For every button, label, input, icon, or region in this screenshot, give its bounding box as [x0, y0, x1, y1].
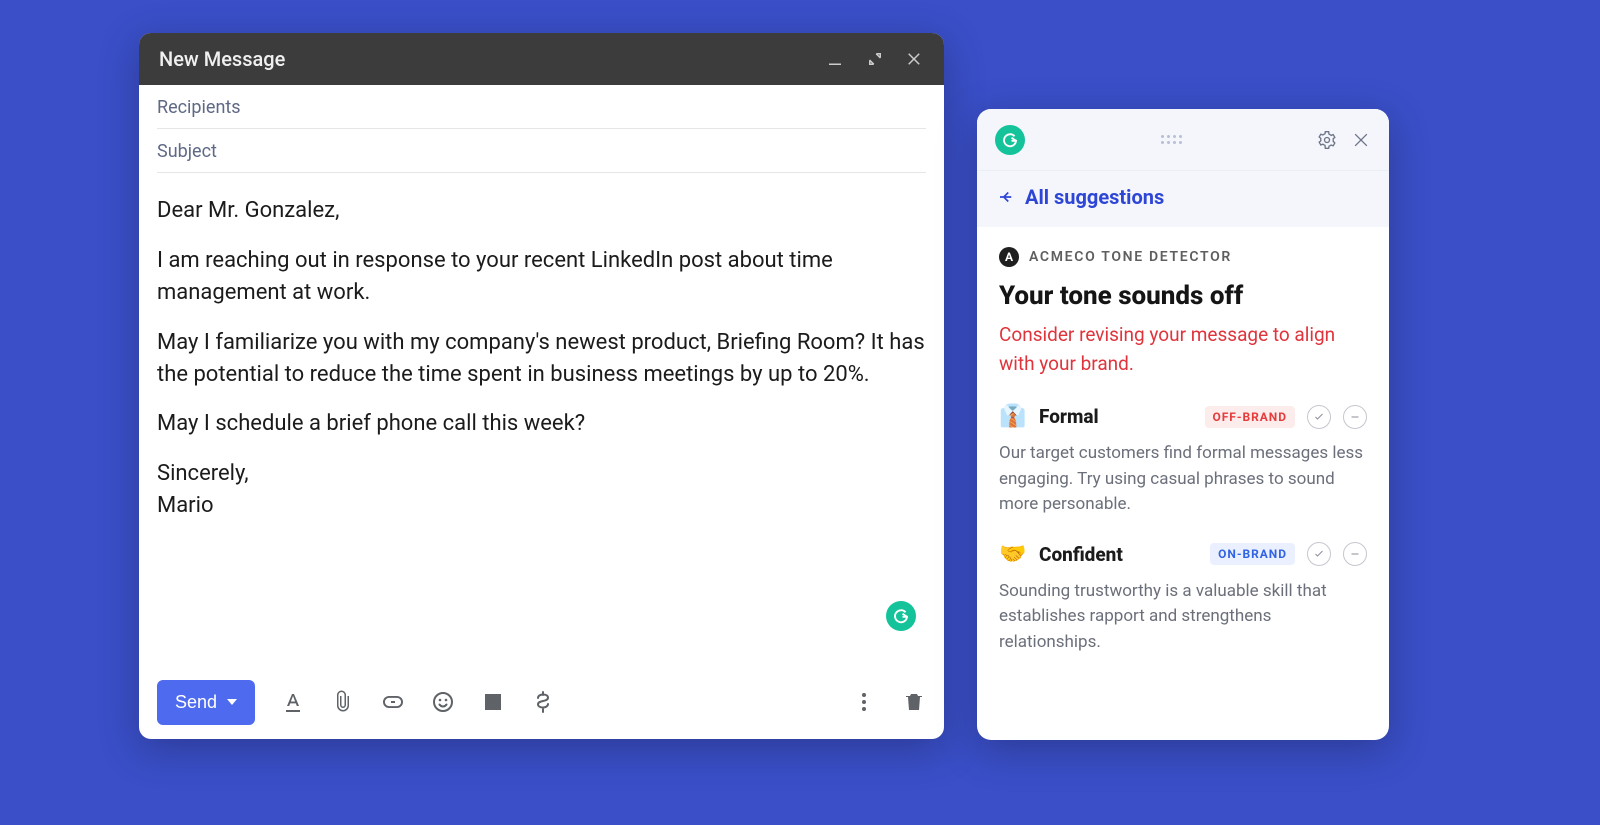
expand-icon[interactable]: [866, 50, 884, 68]
close-icon[interactable]: [906, 50, 924, 68]
assistant-panel: All suggestions A ACMECO TONE DETECTOR Y…: [977, 109, 1389, 740]
emoji-icon[interactable]: [431, 690, 455, 714]
money-icon[interactable]: [531, 690, 555, 714]
body-paragraph: May I schedule a brief phone call this w…: [157, 408, 926, 440]
send-button[interactable]: Send: [157, 680, 255, 725]
close-icon[interactable]: [1351, 130, 1371, 150]
body-paragraph: May I familiarize you with my company's …: [157, 327, 926, 391]
chevron-down-icon: [227, 699, 237, 705]
tone-description: Sounding trustworthy is a valuable skill…: [999, 579, 1367, 656]
tone-tag: OFF-BRAND: [1205, 406, 1296, 428]
tone-name: Formal: [1039, 405, 1193, 428]
recipients-field[interactable]: Recipients: [157, 85, 926, 129]
arrow-left-icon: [997, 188, 1015, 206]
body-paragraph: Dear Mr. Gonzalez,: [157, 195, 926, 227]
dismiss-button[interactable]: [1343, 405, 1367, 429]
image-icon[interactable]: [481, 690, 505, 714]
back-label: All suggestions: [1025, 185, 1164, 209]
gear-icon[interactable]: [1317, 130, 1337, 150]
detector-label: ACMECO TONE DETECTOR: [1029, 249, 1232, 265]
detector-line: A ACMECO TONE DETECTOR: [999, 247, 1367, 267]
tone-item-confident: 🤝 Confident ON-BRAND Sounding trustworth…: [999, 542, 1367, 656]
drag-handle-icon[interactable]: [1161, 135, 1182, 144]
accept-button[interactable]: [1307, 405, 1331, 429]
tone-name: Confident: [1039, 543, 1198, 566]
compose-body[interactable]: Dear Mr. Gonzalez, I am reaching out in …: [139, 173, 944, 665]
compose-fields: Recipients Subject: [139, 85, 944, 173]
grammarly-logo-icon[interactable]: [995, 125, 1025, 155]
more-icon[interactable]: [852, 690, 876, 714]
body-paragraph: Sincerely, Mario: [157, 458, 926, 522]
dismiss-button[interactable]: [1343, 542, 1367, 566]
back-all-suggestions[interactable]: All suggestions: [977, 171, 1389, 227]
shirt-icon: 👔: [999, 404, 1027, 429]
link-icon[interactable]: [381, 690, 405, 714]
grammarly-badge-icon[interactable]: [886, 601, 916, 631]
subject-field[interactable]: Subject: [157, 129, 926, 173]
compose-header: New Message: [139, 33, 944, 85]
tone-description: Our target customers find formal message…: [999, 441, 1367, 518]
panel-body: A ACMECO TONE DETECTOR Your tone sounds …: [977, 227, 1389, 740]
detector-badge: A: [999, 247, 1019, 267]
tone-warning: Consider revising your message to align …: [999, 321, 1367, 378]
minimize-icon[interactable]: [826, 50, 844, 68]
trash-icon[interactable]: [902, 690, 926, 714]
compose-window: New Message Recipients Subject Dear Mr. …: [139, 33, 944, 739]
send-button-label: Send: [175, 692, 217, 713]
attach-icon[interactable]: [331, 690, 355, 714]
panel-header: [977, 109, 1389, 171]
body-paragraph: I am reaching out in response to your re…: [157, 245, 926, 309]
tone-tag: ON-BRAND: [1210, 543, 1295, 565]
format-icon[interactable]: [281, 690, 305, 714]
handshake-icon: 🤝: [999, 542, 1027, 567]
compose-header-controls: [826, 50, 924, 68]
compose-title: New Message: [159, 47, 826, 71]
compose-footer: Send: [139, 665, 944, 739]
tone-item-formal: 👔 Formal OFF-BRAND Our target customers …: [999, 404, 1367, 518]
tone-title: Your tone sounds off: [999, 281, 1367, 311]
accept-button[interactable]: [1307, 542, 1331, 566]
